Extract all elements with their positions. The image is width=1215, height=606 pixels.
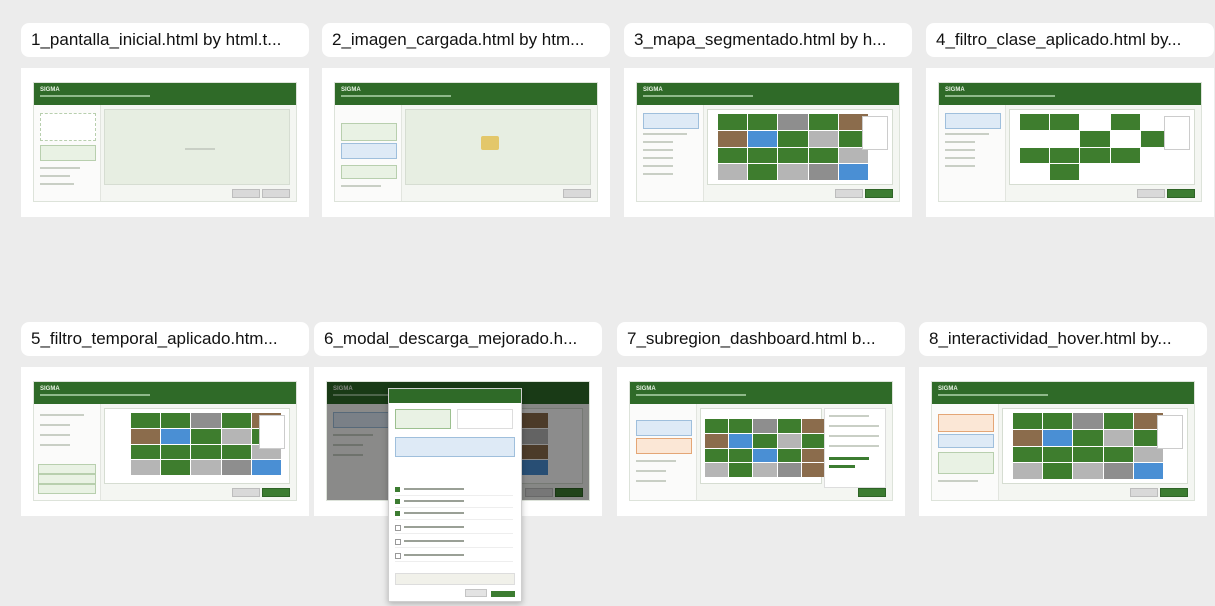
file-card-title[interactable]: 8_interactividad_hover.html by... (919, 322, 1207, 356)
file-card-thumbnail[interactable]: SIGMA (322, 68, 610, 217)
download-modal-preview (388, 388, 522, 602)
file-card-title[interactable]: 5_filtro_temporal_aplicado.htm... (21, 322, 309, 356)
file-card-title[interactable]: 1_pantalla_inicial.html by html.t... (21, 23, 309, 57)
file-card-title[interactable]: 3_mapa_segmentado.html by h... (624, 23, 912, 57)
file-card-thumbnail[interactable]: SIGMA (617, 367, 905, 516)
file-card-thumbnail[interactable]: SIGMA (926, 68, 1214, 217)
file-card-title[interactable]: 7_subregion_dashboard.html b... (617, 322, 905, 356)
file-card-thumbnail[interactable]: SIGMA (21, 367, 309, 516)
file-card-title[interactable]: 6_modal_descarga_mejorado.h... (314, 322, 602, 356)
file-card-thumbnail[interactable]: SIGMA (919, 367, 1207, 516)
file-card-title[interactable]: 2_imagen_cargada.html by htm... (322, 23, 610, 57)
file-card-thumbnail[interactable]: SIGMA (21, 68, 309, 217)
file-card-thumbnail[interactable]: SIGMA (624, 68, 912, 217)
file-card-title[interactable]: 4_filtro_clase_aplicado.html by... (926, 23, 1214, 57)
